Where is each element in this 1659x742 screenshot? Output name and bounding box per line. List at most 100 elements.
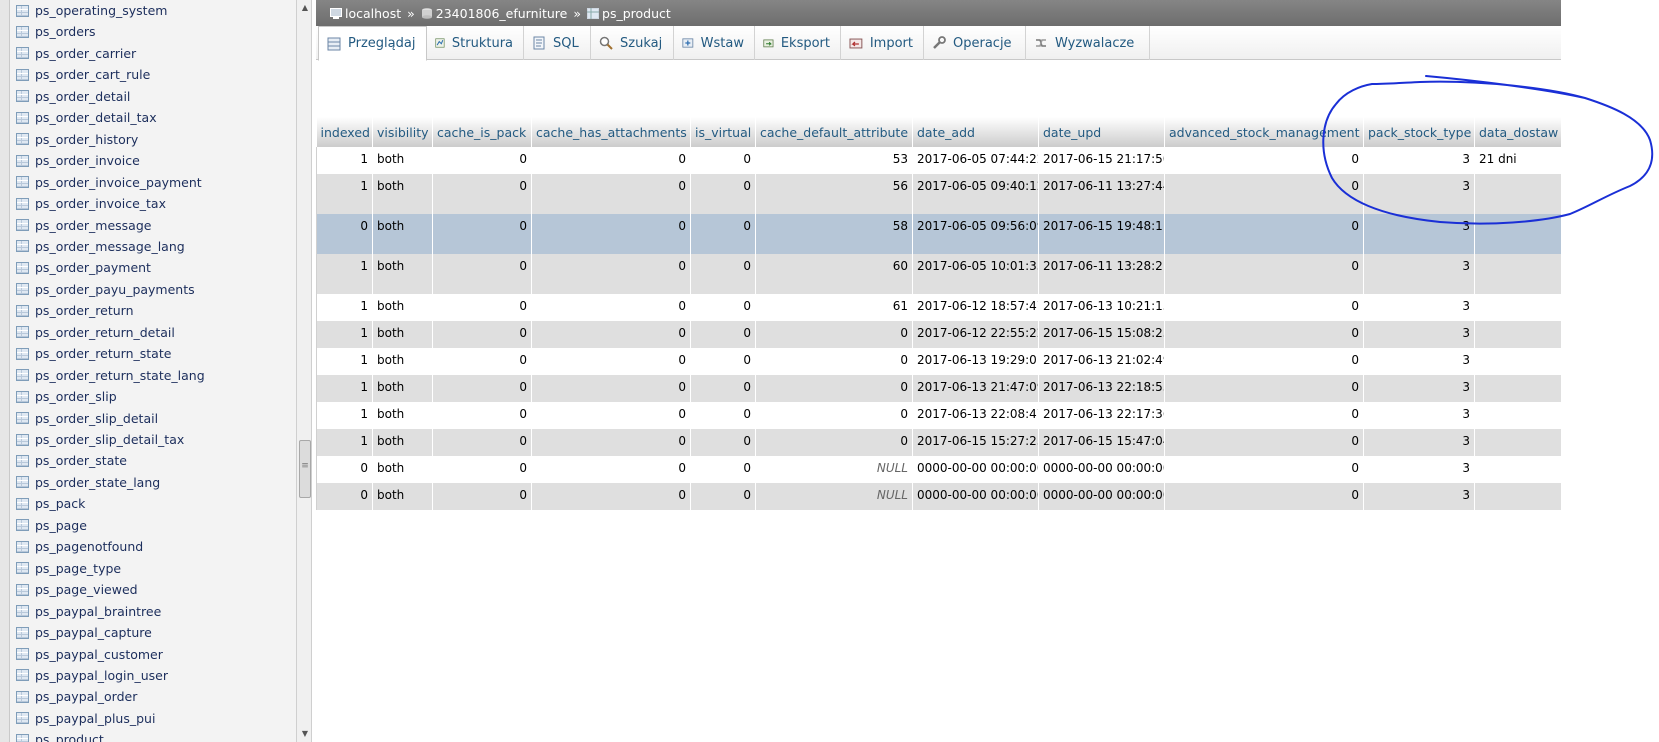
cell-date_add[interactable]: 2017-06-13 21:47:09	[912, 375, 1039, 402]
cell-pack_stock_type[interactable]: 3	[1363, 483, 1475, 510]
cell-cache_has_attachments[interactable]: 0	[531, 321, 691, 348]
cell-cache_is_pack[interactable]: 0	[432, 429, 532, 456]
cell-indexed[interactable]: 1	[316, 294, 373, 321]
table-row[interactable]: 1 both 0 0 0 56 2017-06-05 09:40:12 2017-06-11 …	[316, 174, 1562, 214]
sidebar-item-ps_order_return_detail[interactable]: ps_order_return_detail	[12, 322, 175, 343]
sidebar-item-label[interactable]: ps_order_return_state_lang	[35, 365, 205, 386]
cell-data_dostaw[interactable]	[1474, 456, 1562, 483]
cell-pack_stock_type[interactable]: 3	[1363, 456, 1475, 483]
cell-indexed[interactable]: 1	[316, 147, 373, 174]
cell-is_virtual[interactable]: 0	[690, 429, 756, 456]
cell-cache_default_attribute[interactable]: 61	[755, 294, 913, 321]
tab-insert[interactable]: Wstaw	[674, 26, 755, 60]
sidebar-item-ps_order_detail[interactable]: ps_order_detail	[12, 86, 130, 107]
cell-date_add[interactable]: 2017-06-12 18:57:47	[912, 294, 1039, 321]
sidebar-item-label[interactable]: ps_paypal_customer	[35, 644, 163, 665]
sidebar-item-ps_order_slip_detail_tax[interactable]: ps_order_slip_detail_tax	[12, 429, 184, 450]
cell-is_virtual[interactable]: 0	[690, 456, 756, 483]
sidebar-item-label[interactable]: ps_order_detail	[35, 86, 130, 107]
cell-advanced_stock_management[interactable]: 0	[1164, 147, 1364, 174]
cell-cache_default_attribute[interactable]: 0	[755, 348, 913, 375]
breadcrumb-database[interactable]: 23401806_efurniture	[436, 6, 568, 21]
cell-cache_default_attribute[interactable]: NULL	[755, 483, 913, 510]
sidebar-item-label[interactable]: ps_order_message_lang	[35, 236, 185, 257]
tab-triggers[interactable]: Wyzwalacze	[1026, 26, 1150, 60]
table-icon[interactable]	[16, 583, 29, 596]
cell-advanced_stock_management[interactable]: 0	[1164, 483, 1364, 510]
cell-advanced_stock_management[interactable]: 0	[1164, 321, 1364, 348]
table-icon[interactable]	[16, 68, 29, 81]
cell-pack_stock_type[interactable]: 3	[1363, 147, 1475, 174]
cell-indexed[interactable]: 1	[316, 375, 373, 402]
scroll-down-icon[interactable]: ▼	[297, 726, 313, 742]
sidebar-item-ps_order_invoice[interactable]: ps_order_invoice	[12, 150, 140, 171]
cell-date_upd[interactable]: 2017-06-15 15:08:25	[1038, 321, 1165, 348]
table-icon[interactable]	[16, 154, 29, 167]
cell-date_upd[interactable]: 2017-06-15 19:48:11	[1038, 214, 1165, 254]
table-icon[interactable]	[16, 240, 29, 253]
cell-visibility[interactable]: both	[372, 147, 433, 174]
cell-cache_has_attachments[interactable]: 0	[531, 402, 691, 429]
sidebar-item-ps_paypal_plus_pui[interactable]: ps_paypal_plus_pui	[12, 708, 155, 729]
cell-date_add[interactable]: 2017-06-05 09:40:12	[912, 174, 1039, 214]
cell-visibility[interactable]: both	[372, 456, 433, 483]
table-icon[interactable]	[16, 219, 29, 231]
sidebar-item-ps_paypal_order[interactable]: ps_paypal_order	[12, 686, 137, 707]
cell-cache_is_pack[interactable]: 0	[432, 456, 532, 483]
cell-date_add[interactable]: 2017-06-05 07:44:22	[912, 147, 1039, 174]
cell-pack_stock_type[interactable]: 3	[1363, 321, 1475, 348]
table-icon[interactable]	[16, 25, 29, 38]
table-icon[interactable]	[16, 90, 29, 103]
cell-cache_has_attachments[interactable]: 0	[531, 375, 691, 402]
table-row[interactable]: 1 both 0 0 0 60 2017-06-05 10:01:33 2017-06-11 …	[316, 254, 1562, 294]
table-icon[interactable]	[16, 562, 29, 575]
cell-indexed[interactable]: 0	[316, 483, 373, 510]
cell-date_upd[interactable]: 2017-06-15 21:17:50	[1038, 147, 1165, 174]
sidebar-item-label[interactable]: ps_order_state	[35, 450, 127, 471]
cell-cache_default_attribute[interactable]: 56	[755, 174, 913, 214]
cell-advanced_stock_management[interactable]: 0	[1164, 429, 1364, 456]
tab-import[interactable]: Import	[841, 26, 924, 60]
cell-date_add[interactable]: 0000-00-00 00:00:00	[912, 456, 1039, 483]
table-row[interactable]: 1 both 0 0 0 0 2017-06-15 15:27:23 2017-06-15 1…	[316, 429, 1562, 456]
cell-cache_has_attachments[interactable]: 0	[531, 147, 691, 174]
cell-indexed[interactable]: 0	[316, 456, 373, 483]
cell-advanced_stock_management[interactable]: 0	[1164, 294, 1364, 321]
cell-cache_has_attachments[interactable]: 0	[531, 294, 691, 321]
table-icon[interactable]	[16, 690, 29, 703]
table-icon[interactable]	[16, 454, 29, 467]
cell-visibility[interactable]: both	[372, 402, 433, 429]
cell-date_add[interactable]: 2017-06-12 22:55:22	[912, 321, 1039, 348]
table-icon[interactable]	[16, 733, 29, 742]
column-header-data_dostaw[interactable]: data_dostaw	[1474, 117, 1562, 147]
cell-pack_stock_type[interactable]: 3	[1363, 174, 1475, 214]
sidebar-item-label[interactable]: ps_pack	[35, 493, 85, 514]
table-icon[interactable]	[16, 648, 29, 660]
cell-data_dostaw[interactable]	[1474, 321, 1562, 348]
sidebar-item-label[interactable]: ps_orders	[35, 21, 96, 42]
sidebar-item-ps_order_return_state_lang[interactable]: ps_order_return_state_lang	[12, 365, 205, 386]
table-icon[interactable]	[16, 261, 29, 274]
cell-pack_stock_type[interactable]: 3	[1363, 375, 1475, 402]
sidebar-item-ps_order_state_lang[interactable]: ps_order_state_lang	[12, 472, 160, 493]
sidebar-item-label[interactable]: ps_paypal_braintree	[35, 601, 161, 622]
cell-date_add[interactable]: 2017-06-13 19:29:01	[912, 348, 1039, 375]
sidebar-item-label[interactable]: ps_order_history	[35, 129, 138, 150]
tab-export[interactable]: Eksport	[755, 26, 841, 60]
sidebar-item-label[interactable]: ps_order_slip_detail_tax	[35, 429, 184, 450]
table-icon[interactable]	[16, 326, 29, 339]
cell-data_dostaw[interactable]	[1474, 214, 1562, 254]
cell-data_dostaw[interactable]	[1474, 375, 1562, 402]
cell-indexed[interactable]: 1	[316, 254, 373, 294]
cell-advanced_stock_management[interactable]: 0	[1164, 402, 1364, 429]
sidebar-item-label[interactable]: ps_page_type	[35, 558, 121, 579]
sidebar-item-ps_paypal_login_user[interactable]: ps_paypal_login_user	[12, 665, 168, 686]
cell-is_virtual[interactable]: 0	[690, 174, 756, 214]
sidebar-scrollbar[interactable]: ▲ ≡ ▼	[296, 0, 312, 742]
sidebar-item-ps_order_history[interactable]: ps_order_history	[12, 129, 138, 150]
cell-date_add[interactable]: 2017-06-05 09:56:09	[912, 214, 1039, 254]
cell-is_virtual[interactable]: 0	[690, 214, 756, 254]
scroll-up-icon[interactable]: ▲	[297, 0, 313, 16]
sidebar-item-label[interactable]: ps_order_message	[35, 215, 151, 236]
cell-cache_has_attachments[interactable]: 0	[531, 429, 691, 456]
